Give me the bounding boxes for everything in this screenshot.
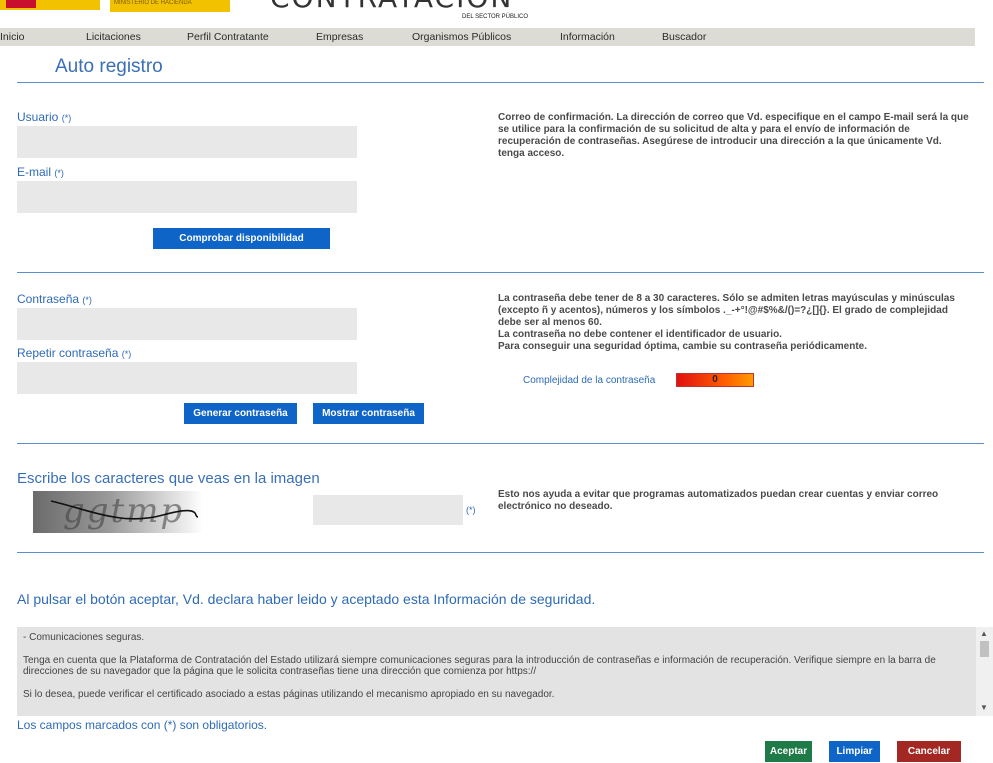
complexity-meter: 0 [676,373,754,387]
required-mark: (*) [466,505,476,515]
repeat-password-input[interactable] [17,362,357,394]
nav-item-perfil-contratante[interactable]: Perfil Contratante [187,31,269,43]
password-help-text: La contraseña debe tener de 8 a 30 carac… [498,293,970,353]
user-label-text: Usuario [17,110,59,124]
declaration-text: Al pulsar el botón aceptar, Vd. declara … [17,591,596,607]
password-input[interactable] [17,308,357,340]
required-mark: (*) [54,168,64,178]
captcha-image: ggtmp [33,491,203,533]
show-password-button[interactable]: Mostrar contraseña [313,403,424,424]
user-input[interactable] [17,126,357,158]
site-brand-logo[interactable]: CONTRATACIÓN [270,0,513,12]
required-fields-note: Los campos marcados con (*) son obligato… [17,718,268,732]
section-divider [17,272,984,273]
required-mark: (*) [61,113,72,123]
security-info-scrollbar[interactable]: ▲ ▼ [976,627,993,716]
complexity-label: Complejidad de la contraseña [523,375,656,386]
security-info-paragraph: Si lo desea, puede verificar el certific… [23,689,555,700]
site-header: MINISTERIO DE HACIENDA CONTRATACIÓN DEL … [0,0,993,28]
email-label-text: E-mail [17,165,52,179]
section-divider [17,443,984,444]
generate-password-button[interactable]: Generar contraseña [184,403,297,424]
password-rules-text: La contraseña debe tener de 8 a 30 carac… [498,293,955,328]
repeat-password-label: Repetir contraseña (*) [17,346,131,360]
ministry-banner: MINISTERIO DE HACIENDA [110,0,230,12]
password-label: Contraseña (*) [17,292,92,306]
nav-item-empresas[interactable]: Empresas [316,31,363,43]
cancel-button[interactable]: Cancelar [897,741,961,762]
captcha-input[interactable] [313,495,463,525]
nav-item-buscador[interactable]: Buscador [662,31,706,43]
scroll-down-arrow-icon[interactable]: ▼ [980,703,988,712]
clear-button[interactable]: Limpiar [829,741,880,762]
nav-item-organismos-publicos[interactable]: Organismos Públicos [412,31,511,43]
captcha-title: Escribe los caracteres que veas en la im… [17,470,320,487]
password-label-text: Contraseña [17,292,80,306]
repeat-password-label-text: Repetir contraseña [17,346,119,360]
scroll-thumb[interactable] [980,641,989,657]
section-divider [17,552,984,553]
email-label: E-mail (*) [17,165,64,179]
title-divider [17,82,984,83]
password-security-tip-text: Para conseguir una seguridad óptima, cam… [498,341,867,352]
security-info-heading: - Comunicaciones seguras. [23,632,145,643]
password-user-rule-text: La contraseña no debe contener el identi… [498,329,782,340]
spain-government-logo [0,0,100,10]
scroll-up-arrow-icon[interactable]: ▲ [980,629,988,638]
nav-item-inicio[interactable]: Inicio [0,31,25,43]
main-nav: Inicio Licitaciones Perfil Contratante E… [0,28,975,46]
nav-item-licitaciones[interactable]: Licitaciones [86,31,141,43]
email-help-text: Correo de confirmación. La dirección de … [498,112,969,159]
email-input[interactable] [17,181,357,213]
required-mark: (*) [121,349,132,359]
user-label: Usuario (*) [17,110,71,124]
security-info-box[interactable]: - Comunicaciones seguras. Tenga en cuent… [17,627,976,716]
security-info-paragraph: Tenga en cuenta que la Plataforma de Con… [23,655,936,677]
required-mark: (*) [82,295,92,305]
nav-item-informacion[interactable]: Información [560,31,615,43]
site-brand-subtitle: DEL SECTOR PÚBLICO [462,14,529,20]
captcha-help-text: Esto nos ayuda a evitar que programas au… [498,489,939,512]
captcha-noise-line [50,500,199,520]
page-title: Auto registro [55,56,163,77]
check-availability-button[interactable]: Comprobar disponibilidad [153,228,330,249]
accept-button[interactable]: Aceptar [765,741,812,762]
